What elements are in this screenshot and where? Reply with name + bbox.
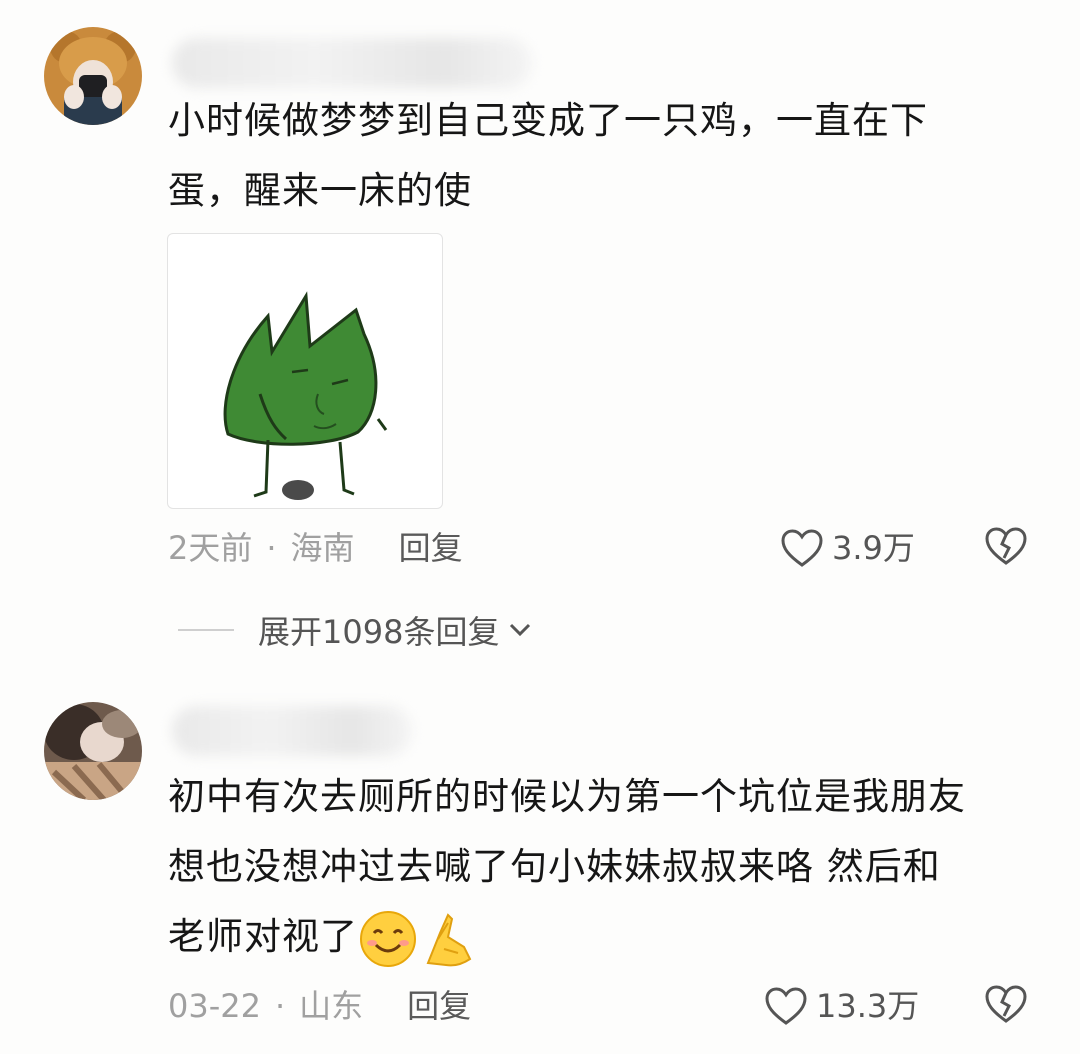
- green-leaf-creature-sticker: [223, 291, 388, 500]
- comment-meta: 03-22 · 山东 回复: [168, 984, 471, 1028]
- user-avatar[interactable]: [44, 27, 142, 125]
- chevron-down-icon: [510, 623, 531, 637]
- username-blurred[interactable]: [172, 38, 532, 88]
- heart-icon: [781, 529, 823, 567]
- heart-icon: [765, 987, 807, 1025]
- dislike-button[interactable]: [984, 526, 1028, 570]
- user-avatar[interactable]: [44, 702, 142, 800]
- avatar-image: [44, 27, 142, 125]
- divider-line: [178, 629, 234, 631]
- broken-heart-icon: [985, 527, 1027, 565]
- comment-item: 小时候做梦梦到自己变成了一只鸡，一直在下 蛋，醒来一床的使 2天前 · 海南 回复 3…: [0, 0, 1080, 660]
- sticker-image[interactable]: [167, 233, 443, 509]
- comment-text-line: 初中有次去厕所的时候以为第一个坑位是我朋友: [168, 775, 966, 818]
- like-count: 13.3万: [816, 987, 920, 1025]
- praying-hands-emoji-icon: [426, 912, 472, 966]
- comment-meta: 2天前 · 海南 回复: [168, 526, 463, 570]
- comment-text: 初中有次去厕所的时候以为第一个坑位是我朋友 想也没想冲过去喊了句小妹妹叔叔来咯 …: [168, 762, 966, 972]
- separator-dot: ·: [274, 987, 286, 1025]
- comment-text-line: 想也没想冲过去喊了句小妹妹叔叔来咯 然后和: [168, 845, 941, 888]
- dislike-button[interactable]: [984, 984, 1028, 1028]
- broken-heart-icon: [985, 985, 1027, 1023]
- avatar-image: [44, 702, 142, 800]
- like-button[interactable]: 3.9万: [780, 526, 915, 570]
- comment-location: 海南: [290, 529, 355, 567]
- like-count: 3.9万: [832, 529, 915, 567]
- expand-replies-label: 展开1098条回复: [258, 613, 500, 651]
- expand-replies-button[interactable]: 展开1098条回复: [178, 608, 535, 652]
- comment-time: 2天前: [168, 529, 253, 567]
- reply-button[interactable]: 回复: [407, 987, 471, 1025]
- comment-location: 山东: [299, 987, 364, 1025]
- smile-emoji-icon: [360, 910, 416, 967]
- comment-text-line: 蛋，醒来一床的使: [168, 169, 472, 212]
- reply-button[interactable]: 回复: [399, 529, 463, 567]
- comment-text-fragment: 老师对视了: [168, 915, 358, 958]
- separator-dot: ·: [266, 529, 277, 567]
- comment-text: 小时候做梦梦到自己变成了一只鸡，一直在下 蛋，醒来一床的使: [168, 86, 928, 226]
- comment-text-line: 小时候做梦梦到自己变成了一只鸡，一直在下: [168, 99, 928, 142]
- username-blurred[interactable]: [172, 706, 412, 756]
- comment-text-line: 老师对视了: [168, 902, 966, 972]
- comment-time: 03-22: [168, 987, 261, 1025]
- like-button[interactable]: 13.3万: [764, 984, 919, 1028]
